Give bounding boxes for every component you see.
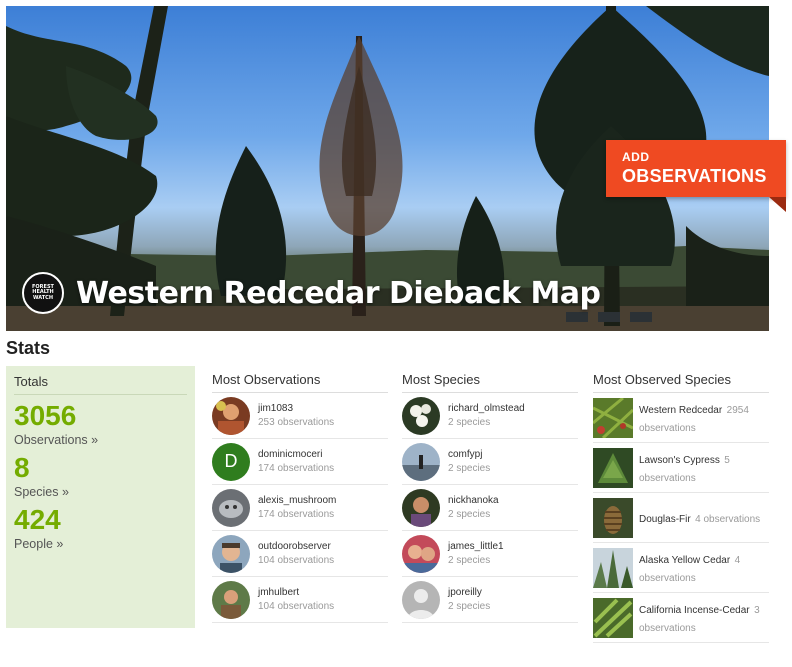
observations-count: 3056 (14, 400, 77, 431)
avatar[interactable] (402, 488, 440, 527)
list-item[interactable]: comfypj 2 species (402, 439, 578, 485)
user-name[interactable]: jim1083 (258, 403, 334, 414)
list-item[interactable]: Western Redcedar 2954 observations (592, 393, 769, 443)
user-name[interactable]: richard_olmstead (448, 403, 525, 414)
species-count: 2 species (448, 463, 491, 474)
species-count: 2 species (448, 555, 491, 566)
forest-health-watch-logo: FOREST HEALTH WATCH (22, 272, 64, 314)
species-name[interactable]: Alaska Yellow Cedar (639, 555, 730, 566)
species-count: 8 (14, 452, 30, 483)
totals-panel: Totals 3056 Observations » 8 Species » 4… (6, 366, 195, 628)
most-species-title: Most Species (402, 372, 578, 393)
list-item[interactable]: jporeilly 2 species (402, 577, 578, 623)
species-thumbnail[interactable] (593, 447, 633, 488)
user-name[interactable]: nickhanoka (448, 495, 499, 506)
add-observations-label-large: OBSERVATIONS (622, 166, 767, 186)
observation-count: 174 observations (258, 463, 335, 474)
observation-count: 174 observations (258, 509, 335, 520)
add-observations-button[interactable]: ADD OBSERVATIONS (606, 140, 786, 197)
avatar[interactable] (402, 534, 440, 573)
avatar[interactable] (212, 396, 250, 435)
list-item[interactable]: Lawson's Cypress 5 observations (593, 443, 769, 493)
avatar[interactable] (402, 442, 440, 481)
list-item[interactable]: alexis_mushroom 174 observations (212, 485, 388, 531)
list-item[interactable]: jmhulbert 104 observations (212, 577, 388, 623)
list-item[interactable]: D dominicmoceri 174 observations (212, 439, 388, 485)
user-name[interactable]: comfypj (448, 449, 490, 460)
observation-count: 253 observations (258, 417, 335, 428)
user-name[interactable]: jporeilly (448, 587, 490, 598)
most-species-column: Most Species richard_olmstead 2 species … (402, 372, 578, 623)
observation-count: 4 observations (695, 513, 761, 525)
species-thumbnail[interactable] (593, 547, 633, 588)
avatar[interactable]: D (212, 442, 250, 481)
list-item[interactable]: nickhanoka 2 species (402, 485, 578, 531)
hero-title-group: FOREST HEALTH WATCH Western Redcedar Die… (22, 272, 601, 314)
species-thumbnail[interactable] (593, 497, 633, 538)
add-observations-label-small: ADD (622, 150, 650, 164)
user-name[interactable]: alexis_mushroom (258, 495, 336, 506)
button-fold-decoration (769, 197, 786, 212)
user-name[interactable]: james_little1 (448, 541, 504, 552)
totals-species: 8 Species » (14, 452, 187, 500)
most-observations-title: Most Observations (212, 372, 388, 393)
species-name[interactable]: Douglas-Fir (639, 514, 691, 525)
totals-people: 424 People » (14, 504, 187, 552)
user-name[interactable]: jmhulbert (258, 587, 334, 598)
totals-title: Totals (14, 374, 187, 395)
stats-heading: Stats (6, 338, 51, 358)
species-count: 2 species (448, 601, 491, 612)
most-observed-species-title: Most Observed Species (593, 372, 769, 393)
avatar[interactable] (402, 396, 440, 435)
observation-count: 104 observations (258, 601, 335, 612)
list-item[interactable]: Alaska Yellow Cedar 4 observations (593, 543, 769, 593)
species-count: 2 species (448, 509, 491, 520)
avatar[interactable] (212, 580, 250, 619)
list-item[interactable]: richard_olmstead 2 species (402, 393, 578, 439)
species-thumbnail[interactable] (592, 396, 635, 439)
people-link[interactable]: People » (14, 537, 187, 551)
logo-text-line: WATCH (32, 294, 54, 301)
avatar[interactable] (212, 534, 250, 573)
species-name[interactable]: Western Redcedar (639, 405, 722, 416)
avatar[interactable] (212, 488, 250, 527)
list-item[interactable]: California Incense-Cedar 3 observations (593, 593, 769, 643)
species-count: 2 species (448, 417, 491, 428)
observations-link[interactable]: Observations » (14, 433, 187, 447)
list-item[interactable]: Douglas-Fir 4 observations (593, 493, 769, 543)
user-name[interactable]: outdoorobserver (258, 541, 334, 552)
list-item[interactable]: james_little1 2 species (402, 531, 578, 577)
list-item[interactable]: outdoorobserver 104 observations (212, 531, 388, 577)
page-title: Western Redcedar Dieback Map (76, 275, 601, 311)
list-item[interactable]: jim1083 253 observations (212, 393, 388, 439)
user-name[interactable]: dominicmoceri (258, 449, 334, 460)
most-observations-column: Most Observations jim1083 253 observatio… (212, 372, 388, 623)
most-observed-species-column: Most Observed Species Western Redcedar 2… (592, 372, 769, 643)
species-name[interactable]: California Incense-Cedar (639, 605, 750, 616)
species-link[interactable]: Species » (14, 485, 187, 499)
observation-count: 104 observations (258, 555, 335, 566)
species-thumbnail[interactable] (593, 597, 633, 638)
totals-observations: 3056 Observations » (14, 400, 187, 448)
people-count: 424 (14, 504, 61, 535)
avatar-initial: D (224, 451, 238, 471)
species-name[interactable]: Lawson's Cypress (639, 455, 720, 466)
default-avatar-icon[interactable] (402, 580, 440, 619)
